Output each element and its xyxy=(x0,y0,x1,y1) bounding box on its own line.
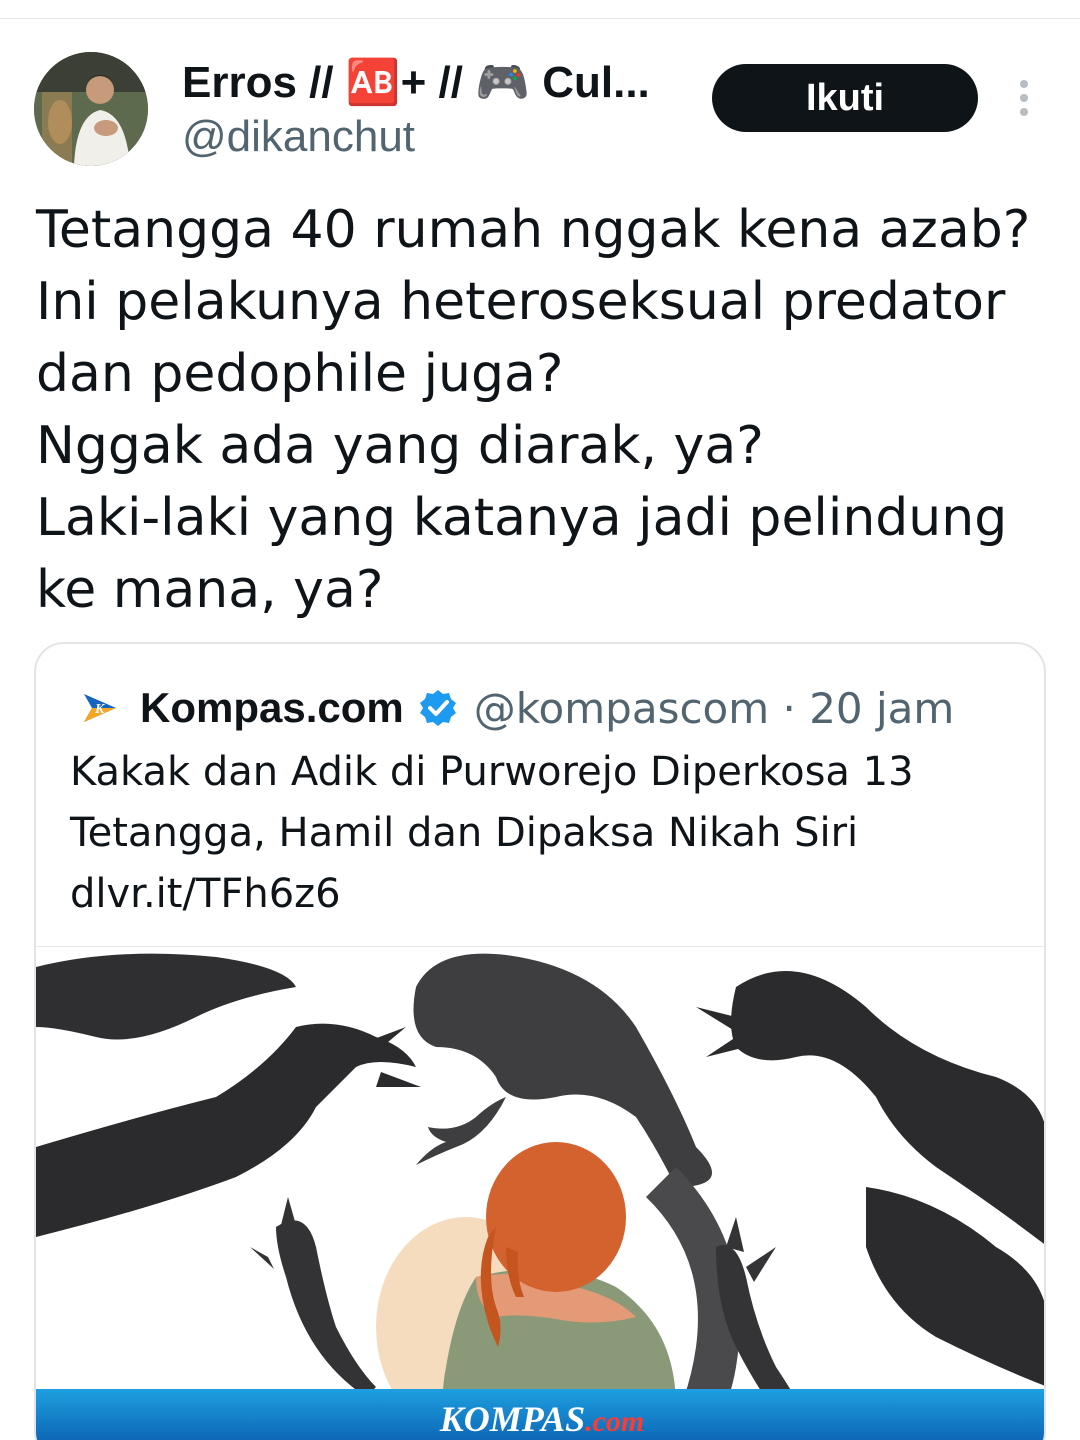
dot xyxy=(1020,94,1028,102)
svg-text:K: K xyxy=(94,702,106,717)
follow-button[interactable]: Ikuti xyxy=(712,64,978,132)
illustration xyxy=(36,947,1044,1440)
kompas-logo-icon: K xyxy=(84,694,116,722)
tweet-text: Tetangga 40 rumah nggak kena azab? Ini p… xyxy=(36,194,1046,626)
quoted-tweet-text: Kakak dan Adik di Purworejo Diperkosa 13… xyxy=(70,742,1030,925)
avatar-photo xyxy=(34,52,148,166)
user-handle[interactable]: @dikanchut xyxy=(182,110,415,164)
quoted-handle-time: @kompascom · 20 jam xyxy=(473,683,955,733)
tweet-text-line: Nggak ada yang diarak, ya? xyxy=(36,416,764,476)
quoted-source-name[interactable]: Kompas.com xyxy=(140,684,404,732)
kompas-brand-logo: KOMPAS.com xyxy=(440,1398,645,1440)
tweet-text-line: dan pedophile juga? xyxy=(36,344,564,404)
tweet-text-line: ke mana, ya? xyxy=(36,560,384,620)
brand-suffix: .com xyxy=(585,1405,645,1438)
tweet-text-line: Ini pelakunya heteroseksual predator xyxy=(36,272,1006,332)
top-divider xyxy=(0,18,1080,19)
quoted-article-image[interactable]: KOMPAS.com xyxy=(36,946,1044,1440)
quoted-text-line: Tetangga, Hamil dan Dipaksa Nikah Siri xyxy=(70,810,859,856)
quoted-tweet-card[interactable]: K Kompas.com @kompascom · 20 jam Kakak d… xyxy=(34,642,1046,1440)
brand-name: KOMPAS xyxy=(439,1399,586,1439)
tweet-text-line: Tetangga 40 rumah nggak kena azab? xyxy=(36,200,1031,260)
avatar[interactable] xyxy=(34,52,148,166)
quoted-tweet-header: K Kompas.com @kompascom · 20 jam xyxy=(80,680,954,736)
dot xyxy=(1020,80,1028,88)
more-vertical-icon[interactable] xyxy=(1008,76,1040,120)
quoted-link[interactable]: dlvr.it/TFh6z6 xyxy=(70,864,1030,925)
dot xyxy=(1020,108,1028,116)
tweet-text-line: Laki-laki yang katanya jadi pelindung xyxy=(36,488,1008,548)
kompas-banner: KOMPAS.com xyxy=(36,1389,1044,1440)
verified-badge-icon xyxy=(419,690,456,726)
quoted-text-line: Kakak dan Adik di Purworejo Diperkosa 13 xyxy=(70,749,914,795)
display-name[interactable]: Erros // 🆎+ // 🎮 Cul... xyxy=(182,56,692,110)
